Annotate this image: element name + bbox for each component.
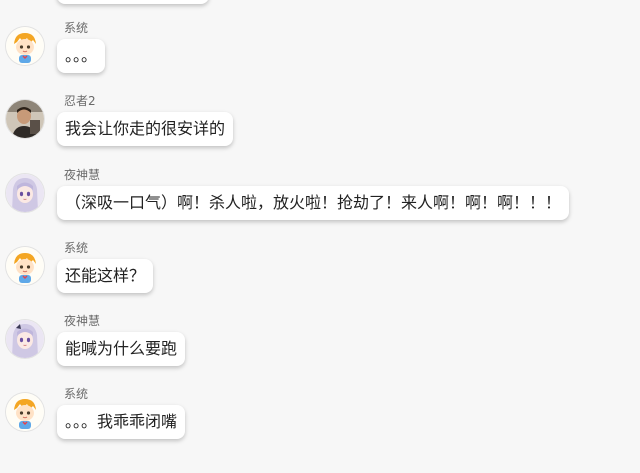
sender-name: 系统 (64, 387, 89, 401)
cartoon-boy-avatar-icon[interactable] (6, 247, 44, 285)
cartoon-boy-avatar-icon[interactable] (6, 27, 44, 65)
message-bubble: （深吸一口气）啊！杀人啦，放火啦！抢劫了！来人啊！啊！啊！！！ (57, 186, 570, 220)
sender-name: 夜神慧 (64, 314, 101, 328)
anime-girl-avatar-icon[interactable] (6, 320, 44, 358)
message-bubble: 能喊为什么要跑 (57, 332, 186, 366)
previous-message-bubble (57, 0, 209, 4)
message-bubble: 我会让你走的很安详的 (57, 112, 234, 146)
message-bubble: 还能这样？ (57, 259, 154, 293)
message-bubble: 。。。我乖乖闭嘴 (57, 405, 186, 439)
sender-name: 系统 (64, 241, 89, 255)
chat-log: 系统 。。。 忍者2 我会让你走的很安详的 夜神慧 （深吸一口气）啊！杀人啦，放… (0, 0, 640, 473)
anime-girl-avatar-icon[interactable] (6, 174, 44, 212)
sender-name: 夜神慧 (64, 168, 101, 182)
man-photo-avatar-icon[interactable] (6, 100, 44, 138)
sender-name: 系统 (64, 21, 89, 35)
cartoon-boy-avatar-icon[interactable] (6, 393, 44, 431)
message-bubble: 。。。 (57, 39, 106, 73)
sender-name: 忍者2 (64, 94, 96, 108)
